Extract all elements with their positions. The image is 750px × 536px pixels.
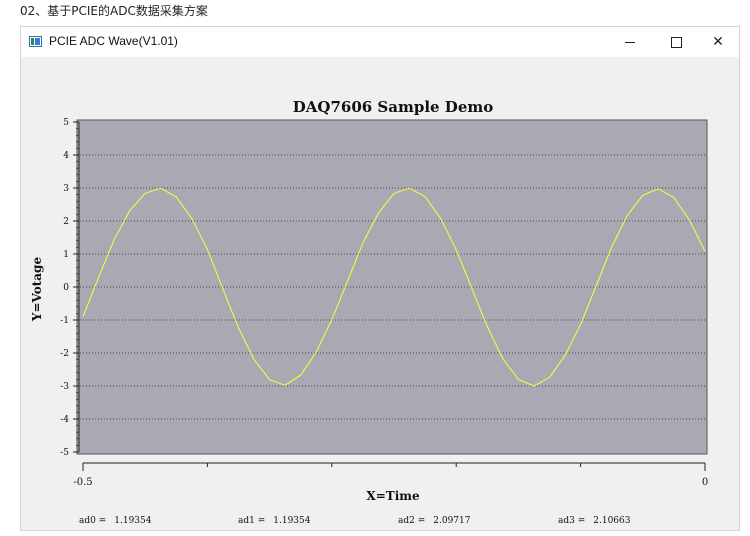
y-tick-label: 0 — [63, 283, 69, 293]
y-tick-label: 3 — [63, 184, 69, 194]
x-axis-label: X=Time — [366, 489, 420, 503]
y-axis: 5 4 3 2 1 0 -1 -2 -3 -4 -5 — [60, 118, 80, 458]
status-ad1-label: ad1 = — [238, 516, 265, 526]
maximize-button[interactable] — [653, 27, 699, 57]
minimize-icon — [625, 41, 635, 43]
x-tick-label: -0.5 — [73, 477, 92, 488]
y-tick-label: 4 — [63, 151, 69, 161]
y-tick-label: -2 — [60, 349, 69, 359]
minimize-button[interactable] — [607, 27, 653, 57]
window-title: PCIE ADC Wave(V1.01) — [49, 34, 178, 48]
status-readouts: ad0 = 1.19354 ad1 = 1.19354 ad2 = 2.09717 a… — [79, 516, 631, 526]
status-ad2-label: ad2 = — [398, 516, 425, 526]
x-axis: -0.5 0 — [73, 462, 708, 488]
status-ad2: ad2 = 2.09717 — [398, 516, 471, 526]
title-bar[interactable]: PCIE ADC Wave(V1.01) ✕ — [21, 27, 739, 57]
client-area: DAQ7606 Sample Demo 5 4 3 2 1 0 -1 -2 -3 -4 -5 -0.… — [21, 57, 739, 530]
status-ad3-value: 2.10663 — [593, 516, 630, 526]
y-tick-label: 5 — [63, 118, 69, 128]
y-tick-label: -1 — [60, 316, 69, 326]
status-ad2-value: 2.09717 — [433, 516, 470, 526]
chart-title: DAQ7606 Sample Demo — [293, 98, 494, 116]
close-button[interactable]: ✕ — [695, 27, 741, 57]
y-tick-label: -3 — [60, 382, 69, 392]
status-ad1: ad1 = 1.19354 — [238, 516, 311, 526]
y-tick-label: -5 — [60, 448, 69, 458]
y-tick-label: 2 — [63, 217, 69, 227]
close-icon: ✕ — [712, 34, 724, 50]
app-icon — [29, 36, 42, 47]
status-ad0: ad0 = 1.19354 — [79, 516, 152, 526]
y-tick-label: 1 — [63, 250, 69, 260]
status-ad3: ad3 = 2.10663 — [558, 516, 631, 526]
app-window: PCIE ADC Wave(V1.01) ✕ DAQ7606 Sample De… — [20, 26, 740, 531]
status-ad0-label: ad0 = — [79, 516, 106, 526]
page-caption: 02、基于PCIE的ADC数据采集方案 — [20, 4, 208, 18]
status-ad3-label: ad3 = — [558, 516, 585, 526]
y-tick-label: -4 — [60, 415, 69, 425]
maximize-icon — [670, 36, 682, 48]
x-tick-label: 0 — [702, 477, 708, 488]
status-ad1-value: 1.19354 — [273, 516, 310, 526]
wave-chart: DAQ7606 Sample Demo 5 4 3 2 1 0 -1 -2 -3 -4 -5 -0.… — [30, 98, 708, 526]
y-axis-label: Y=Votage — [30, 257, 44, 323]
status-ad0-value: 1.19354 — [114, 516, 151, 526]
